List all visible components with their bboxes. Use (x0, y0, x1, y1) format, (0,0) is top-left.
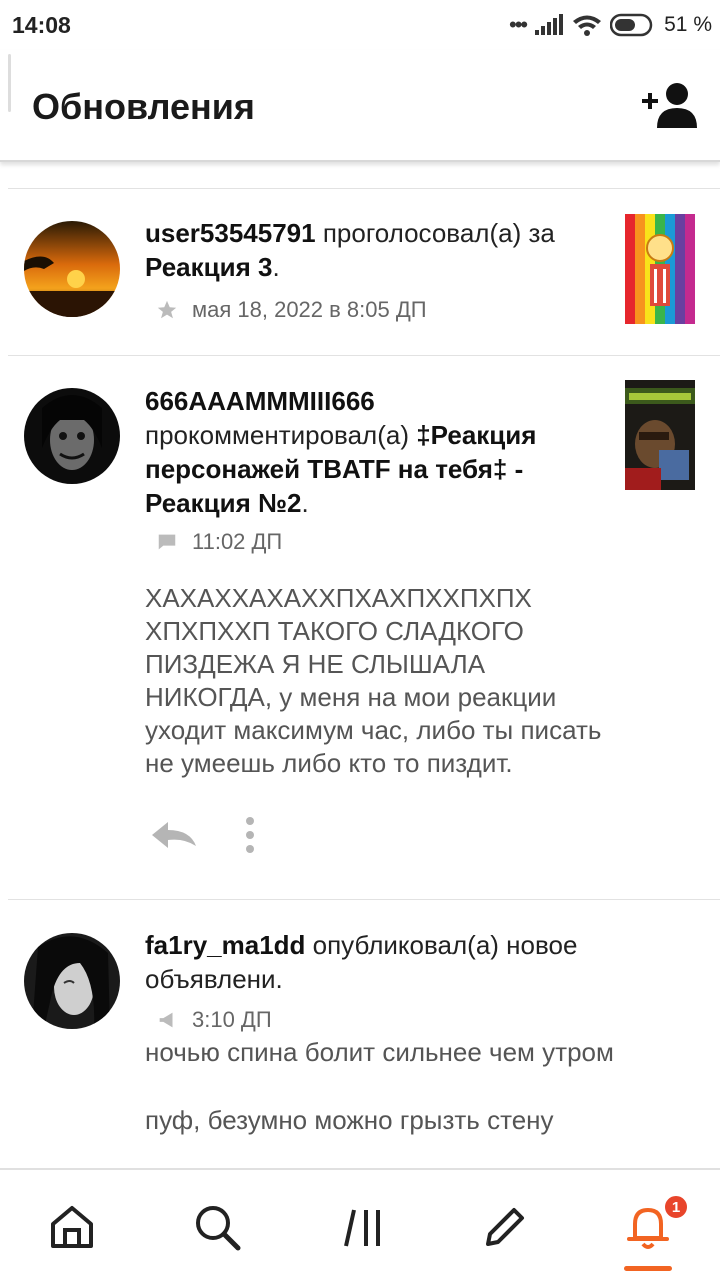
announcement-text: ночью спина болит сильнее чем утром (145, 1037, 614, 1067)
bottom-navigation (0, 1168, 720, 1280)
status-bar: 14:08 ••• 51 % (0, 0, 720, 50)
action-text: проголосовал(а) за (315, 218, 555, 248)
home-icon[interactable] (47, 1202, 97, 1252)
app-header: Обновления (0, 50, 720, 162)
story-thumbnail[interactable] (625, 214, 695, 324)
story-thumbnail[interactable] (625, 380, 695, 490)
write-icon[interactable] (480, 1202, 530, 1252)
reply-icon[interactable] (150, 820, 198, 850)
username[interactable]: 666AAAMMMIII666 (145, 386, 375, 416)
drag-handle (8, 54, 11, 112)
more-icon[interactable] (240, 816, 260, 854)
timestamp: мая 18, 2022 в 8:05 ДП (192, 297, 427, 322)
story-link[interactable]: Реакция 3 (145, 252, 272, 282)
battery-icon (610, 13, 653, 37)
username[interactable]: fa1ry_ma1dd (145, 930, 305, 960)
announcement-text: пуф, безумно можно грызть стену (145, 1105, 554, 1135)
status-time: 14:08 (12, 12, 71, 38)
signal-icon (535, 14, 564, 35)
item-meta: 3:10 ДП (156, 1004, 272, 1036)
notification-badge: 1 (663, 1194, 689, 1220)
avatar[interactable] (24, 933, 120, 1029)
timestamp: 3:10 ДП (192, 1007, 272, 1032)
avatar[interactable] (24, 221, 120, 317)
feed-item-announcement[interactable]: fa1ry_ma1dd опубликовал(а) новое объявле… (0, 900, 720, 1168)
feed-item-vote[interactable]: user53545791 проголосовал(а) за Реакция … (0, 188, 720, 356)
comment-icon (158, 534, 176, 550)
star-icon (157, 300, 177, 319)
search-icon[interactable] (192, 1202, 242, 1252)
item-meta: мая 18, 2022 в 8:05 ДП (156, 294, 427, 326)
updates-feed: user53545791 проголосовал(а) за Реакция … (0, 188, 720, 1168)
add-user-icon[interactable] (640, 80, 698, 130)
feed-item-comment[interactable]: 666AAAMMMIII666 прокомментировал(а) ‡Реа… (0, 356, 720, 900)
megaphone-icon (159, 1012, 173, 1028)
library-icon[interactable] (338, 1202, 388, 1252)
page-title: Обновления (32, 86, 255, 127)
action-text: прокомментировал(а) (145, 420, 417, 450)
comment-text: ХАХАХХАХАХХПХАХПХХПХПХ ХПХПХХП ТАКОГО СЛ… (145, 583, 602, 778)
more-notifications-icon: ••• (509, 12, 528, 37)
username[interactable]: user53545791 (145, 218, 316, 248)
active-tab-indicator (624, 1266, 672, 1271)
wifi-icon (573, 15, 602, 36)
avatar[interactable] (24, 388, 120, 484)
item-meta: 11:02 ДП (156, 526, 282, 558)
battery-level: 51 % (664, 13, 712, 36)
timestamp: 11:02 ДП (192, 529, 283, 554)
